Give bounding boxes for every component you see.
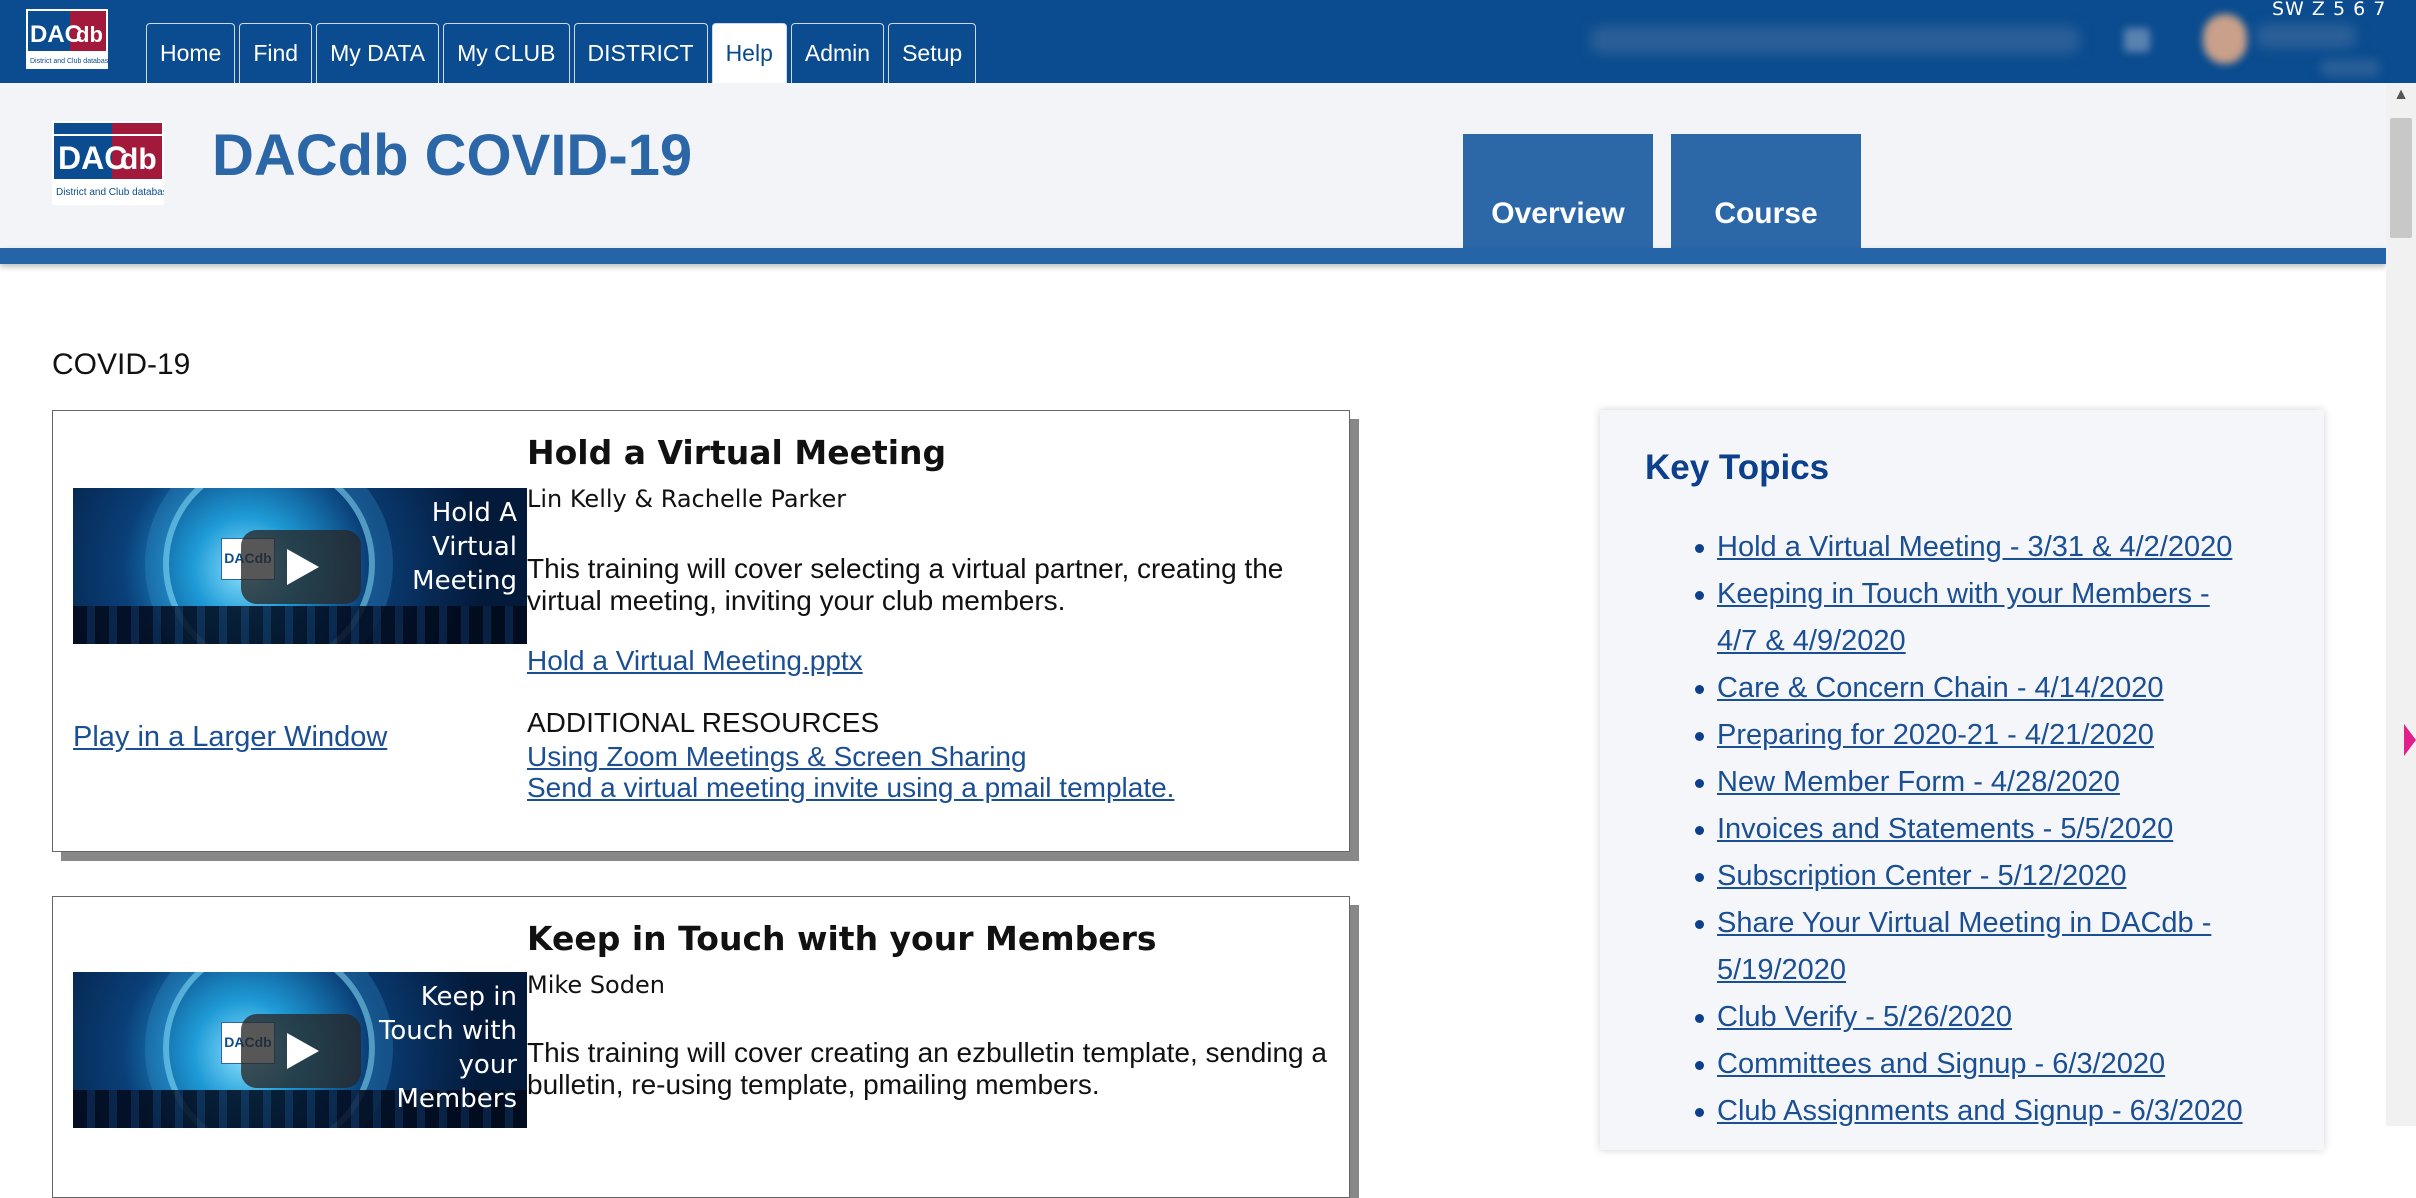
dacdb-header-logo-icon: DAC db District and Club database — [52, 121, 164, 205]
list-item: Invoices and Statements - 5/5/2020 — [1695, 806, 2257, 853]
nav-tab-admin[interactable]: Admin — [790, 23, 885, 83]
key-topic-link[interactable]: Committees and Signup - 6/3/2020 — [1717, 1048, 2165, 1080]
thumbnail-crowd — [73, 606, 527, 644]
mail-icon[interactable] — [2124, 28, 2150, 52]
svg-text:db: db — [120, 143, 157, 176]
list-item: Preparing for 2020-21 - 4/21/2020 — [1695, 712, 2257, 759]
section-label: COVID-19 — [52, 348, 191, 381]
blurred-district-name — [1590, 26, 2080, 54]
svg-text:District and Club database: District and Club database — [30, 58, 108, 65]
top-nav-bar: DAC db District and Club database Home F… — [0, 0, 2416, 83]
nav-tab-find[interactable]: Find — [239, 23, 313, 83]
key-topic-link[interactable]: Share Your Virtual Meeting in DACdb - 5/… — [1717, 907, 2211, 986]
video-thumbnail[interactable]: DACdb Hold A Virtual Meeting — [73, 488, 527, 644]
course-author: Mike Soden — [527, 971, 665, 999]
nav-tab-help[interactable]: Help — [711, 23, 787, 83]
key-topic-link[interactable]: Invoices and Statements - 5/5/2020 — [1717, 813, 2173, 845]
mouse-cursor-icon — [2404, 724, 2416, 756]
play-button[interactable] — [241, 530, 361, 604]
main-nav: Home Find My DATA My CLUB DISTRICT Help … — [146, 23, 980, 83]
key-topics-title: Key Topics — [1645, 448, 1830, 487]
key-topic-link[interactable]: Club Assignments and Signup - 6/3/2020 — [1717, 1095, 2243, 1127]
list-item: Club Assignments and Signup - 6/3/2020 — [1695, 1088, 2257, 1135]
list-item: Committees and Signup - 6/3/2020 — [1695, 1041, 2257, 1088]
key-topic-link[interactable]: Preparing for 2020-21 - 4/21/2020 — [1717, 719, 2154, 751]
user-avatar[interactable] — [2203, 14, 2247, 64]
svg-text:DAC: DAC — [58, 140, 127, 176]
key-topic-link[interactable]: Keeping in Touch with your Members - 4/7… — [1717, 578, 2210, 657]
key-topic-link[interactable]: Hold a Virtual Meeting - 3/31 & 4/2/2020 — [1717, 531, 2232, 563]
tab-course[interactable]: Course — [1671, 134, 1861, 248]
play-larger-window-link[interactable]: Play in a Larger Window — [73, 721, 387, 754]
key-topics-panel: Key Topics Hold a Virtual Meeting - 3/31… — [1600, 410, 2324, 1150]
nav-tab-my-data[interactable]: My DATA — [316, 23, 440, 83]
vertical-scrollbar[interactable] — [2386, 83, 2416, 1126]
list-item: Club Verify - 5/26/2020 — [1695, 994, 2257, 1041]
page-title: DACdb COVID-19 — [212, 123, 693, 188]
course-card: DACdb Keep in Touch with your Members Ke… — [52, 896, 1350, 1198]
thumbnail-caption: Keep in Touch with your Members — [378, 982, 517, 1114]
play-button[interactable] — [241, 1014, 361, 1088]
key-topic-link[interactable]: New Member Form - 4/28/2020 — [1717, 766, 2120, 798]
svg-text:District and Club database: District and Club database — [56, 187, 164, 198]
course-description: This training will cover selecting a vir… — [527, 553, 1284, 616]
list-item: New Member Form - 4/28/2020 — [1695, 759, 2257, 806]
key-topic-link[interactable]: Care & Concern Chain - 4/14/2020 — [1717, 672, 2164, 704]
key-topic-link[interactable]: Club Verify - 5/26/2020 — [1717, 1001, 2012, 1033]
svg-text:DAC: DAC — [30, 21, 82, 48]
nav-tab-my-club[interactable]: My CLUB — [443, 23, 570, 83]
list-item: Keeping in Touch with your Members - 4/7… — [1695, 571, 2257, 665]
dacdb-logo-icon[interactable]: DAC db District and Club database — [26, 9, 108, 69]
additional-resources-heading: ADDITIONAL RESOURCES — [527, 707, 880, 738]
nav-tab-home[interactable]: Home — [146, 23, 236, 83]
course-title: Hold a Virtual Meeting — [527, 433, 947, 472]
key-topic-link[interactable]: Subscription Center - 5/12/2020 — [1717, 860, 2126, 892]
header-divider — [0, 248, 2386, 264]
thumbnail-caption: Hold A Virtual Meeting — [412, 498, 517, 596]
course-description: This training will cover creating an ezb… — [527, 1037, 1327, 1100]
course-card: DACdb Hold A Virtual Meeting Play in a L… — [52, 410, 1350, 852]
course-title: Keep in Touch with your Members — [527, 919, 1157, 958]
svg-text:db: db — [76, 22, 103, 47]
scrollbar-thumb[interactable] — [2390, 118, 2412, 238]
scroll-up-arrow-icon[interactable]: ▲ — [2392, 86, 2410, 108]
corner-code: SW Z 5 6 7 — [2272, 0, 2387, 20]
list-item: Care & Concern Chain - 4/14/2020 — [1695, 665, 2257, 712]
course-author: Lin Kelly & Rachelle Parker — [527, 485, 847, 513]
list-item: Share Your Virtual Meeting in DACdb - 5/… — [1695, 900, 2257, 994]
resource-link-zoom[interactable]: Using Zoom Meetings & Screen Sharing — [527, 741, 1027, 773]
resource-link-pmail-invite[interactable]: Send a virtual meeting invite using a pm… — [527, 772, 1174, 804]
blurred-user-subtitle — [2320, 60, 2380, 76]
list-item: Hold a Virtual Meeting - 3/31 & 4/2/2020 — [1695, 524, 2257, 571]
blurred-user-name — [2256, 24, 2356, 48]
key-topics-list: Hold a Virtual Meeting - 3/31 & 4/2/2020… — [1600, 524, 2257, 1135]
nav-tab-district[interactable]: DISTRICT — [573, 23, 708, 83]
list-item: Subscription Center - 5/12/2020 — [1695, 853, 2257, 900]
video-thumbnail[interactable]: DACdb Keep in Touch with your Members — [73, 972, 527, 1128]
tab-overview[interactable]: Overview — [1463, 134, 1653, 248]
nav-tab-setup[interactable]: Setup — [888, 23, 977, 83]
pptx-download-link[interactable]: Hold a Virtual Meeting.pptx — [527, 645, 863, 677]
